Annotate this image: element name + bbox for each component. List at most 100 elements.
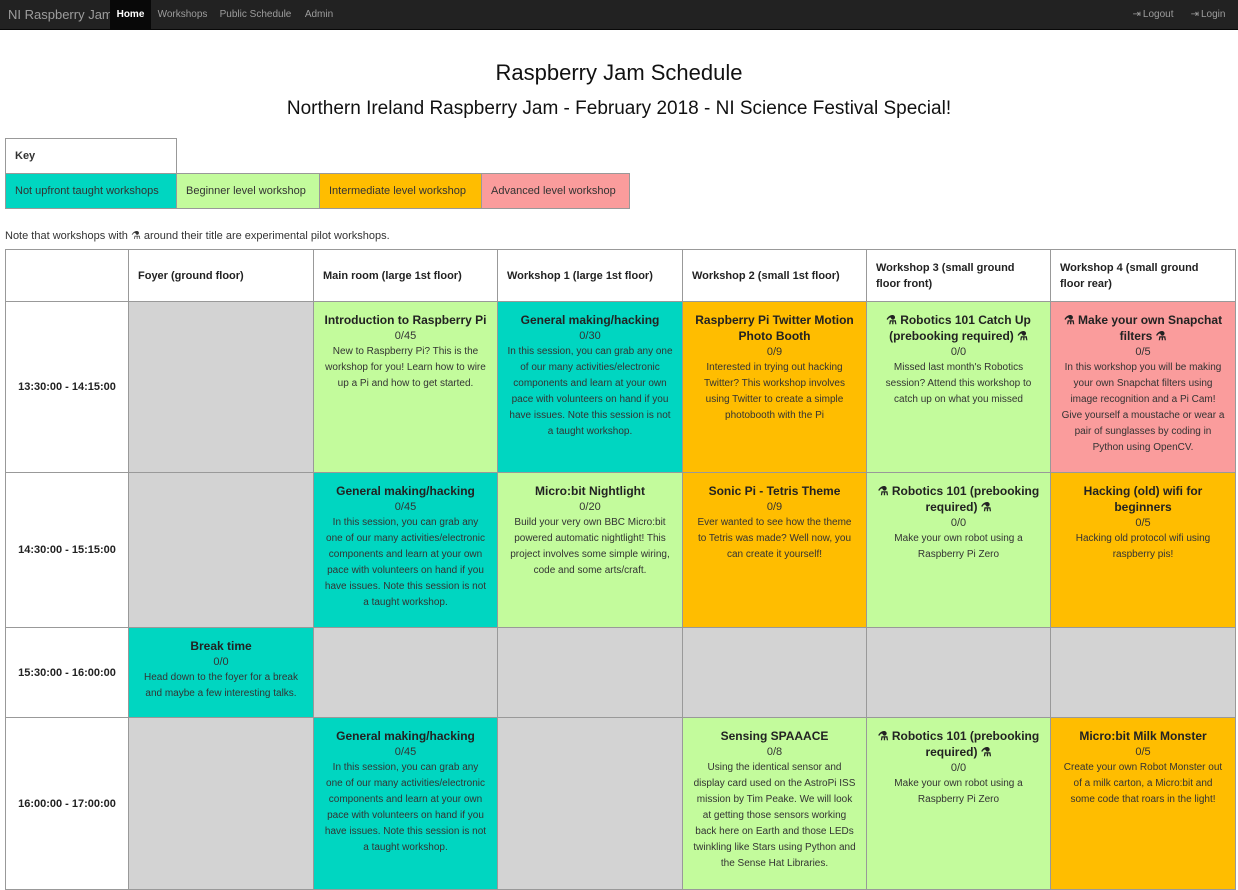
header-foyer: Foyer (ground floor) [128,249,314,302]
workshop-description: Head down to the foyer for a break and m… [144,672,298,699]
header-main-room: Main room (large 1st floor) [313,249,498,302]
workshop-capacity: 0/0 [950,517,967,529]
empty-slot-workshop-3 [866,627,1051,718]
workshop-capacity: 0/30 [579,330,601,342]
time-slot: 15:30:00 - 16:00:00 [5,627,129,718]
nav-home[interactable]: Home [110,0,151,29]
workshop-title: Sensing SPAAACE [692,728,857,744]
schedule-row: 14:30:00 - 15:15:00 General making/hackin… [5,472,1236,628]
flask-icon: ⚗ [977,745,992,759]
workshop-description: Interested in trying out hacking Twitter… [704,362,845,421]
empty-slot-workshop-1 [497,627,683,718]
schedule-row: 15:30:00 - 16:00:00 Break time 0/0 Head dow… [5,627,1236,718]
flask-icon: ⚗ [1152,329,1167,343]
nav-public-schedule[interactable]: Public Schedule [218,0,293,29]
workshop-title-text: General making/hacking [336,484,475,498]
workshop-cell[interactable]: Introduction to Raspberry Pi 0/45 New to R… [313,301,498,473]
workshop-cell[interactable]: General making/hacking 0/45 In this sessio… [313,472,498,628]
empty-slot-workshop-4 [1050,627,1236,718]
page-subtitle: Northern Ireland Raspberry Jam - Februar… [286,98,952,119]
pilot-note-after: around their title are experimental pilo… [143,230,390,242]
brand-link[interactable]: NI Raspberry Jam [8,0,113,29]
workshop-cell[interactable]: General making/hacking 0/30 In this sessio… [497,301,683,473]
workshop-description: New to Raspberry Pi? This is the worksho… [325,346,486,389]
key-title: Key [5,138,177,174]
workshop-cell[interactable]: Hacking (old) wifi for beginners 0/5 Hacki… [1050,472,1236,628]
empty-slot-main-room [313,627,498,718]
workshop-cell[interactable]: Break time 0/0 Head down to the foyer for … [128,627,314,718]
workshop-capacity: 0/9 [766,346,783,358]
nav-login[interactable]: ⇥ Login [1186,0,1230,29]
workshop-title-text: Micro:bit Milk Monster [1079,729,1207,743]
workshop-description: Make your own robot using a Raspberry Pi… [894,533,1023,560]
empty-slot-foyer [128,301,314,473]
workshop-cell[interactable]: ⚗ Robotics 101 (prebooking required) ⚗ 0/… [866,717,1051,890]
workshop-title-text: Make your own Snapchat filters [1078,313,1223,343]
pilot-note-before: Note that workshops with [5,230,128,242]
nav-admin[interactable]: Admin [300,0,338,29]
time-slot: 13:30:00 - 14:15:00 [5,301,129,473]
time-slot: 16:00:00 - 17:00:00 [5,717,129,890]
workshop-title: ⚗ Robotics 101 Catch Up (prebooking requ… [876,312,1041,344]
schedule-row: 13:30:00 - 14:15:00 Introduction to Raspb… [5,301,1236,473]
workshop-cell[interactable]: Micro:bit Milk Monster 0/5 Create your own… [1050,717,1236,890]
workshop-title: Introduction to Raspberry Pi [323,312,488,328]
workshop-description: In this session, you can grab any one of… [324,762,487,853]
login-icon: ⇥ [1190,9,1199,20]
key-item-beginner: Beginner level workshop [176,173,320,209]
page-title: Raspberry Jam Schedule [495,60,743,85]
schedule-header-row: Foyer (ground floor) Main room (large 1s… [5,249,1236,302]
workshop-cell[interactable]: Sonic Pi - Tetris Theme 0/9 Ever wanted to… [682,472,867,628]
workshop-capacity: 0/0 [950,762,967,774]
pilot-note: Note that workshops with ⚗ around their … [5,229,390,242]
header-workshop-3: Workshop 3 (small ground floor front) [866,249,1051,302]
logout-icon: ⇥ [1132,9,1141,20]
workshop-title-text: Robotics 101 Catch Up (prebooking requir… [889,313,1031,343]
workshop-capacity: 0/0 [950,346,967,358]
workshop-title-text: Sonic Pi - Tetris Theme [708,484,841,498]
workshop-cell[interactable]: Micro:bit Nightlight 0/20 Build your very … [497,472,683,628]
workshop-capacity: 0/5 [1135,517,1151,529]
workshop-title: General making/hacking [323,483,488,499]
workshop-capacity: 0/45 [394,330,417,342]
flask-icon: ⚗ [977,500,992,514]
time-slot: 14:30:00 - 15:15:00 [5,472,129,628]
workshop-description: Missed last month's Robotics session? At… [885,362,1032,405]
empty-slot-workshop-2 [682,627,867,718]
workshop-cell[interactable]: ⚗ Make your own Snapchat filters ⚗ 0/5 In … [1050,301,1236,473]
workshop-title: ⚗ Robotics 101 (prebooking required) ⚗ [876,728,1041,760]
workshop-cell[interactable]: ⚗ Robotics 101 Catch Up (prebooking requ… [866,301,1051,473]
workshop-description: Make your own robot using a Raspberry Pi… [894,778,1023,805]
workshop-cell[interactable]: Sensing SPAAACE 0/8 Using the identical se… [682,717,867,890]
nav-workshops[interactable]: Workshops [155,0,210,29]
workshop-description: Build your very own BBC Micro:bit powere… [510,517,670,576]
workshop-title-text: Break time [190,639,252,653]
workshop-description: In this workshop you will be making your… [1061,362,1225,453]
workshop-title: General making/hacking [323,728,488,744]
workshop-title-text: Introduction to Raspberry Pi [324,313,487,327]
workshop-capacity: 0/8 [766,746,783,758]
workshop-title: Micro:bit Nightlight [507,483,673,499]
workshop-cell[interactable]: Raspberry Pi Twitter Motion Photo Booth 0… [682,301,867,473]
header-workshop-2: Workshop 2 (small 1st floor) [682,249,867,302]
workshop-cell[interactable]: ⚗ Robotics 101 (prebooking required) ⚗ 0/… [866,472,1051,628]
key-item-advanced: Advanced level workshop [481,173,630,209]
workshop-capacity: 0/9 [766,501,783,513]
key-item-intermediate: Intermediate level workshop [319,173,482,209]
flask-icon: ⚗ [886,313,901,327]
header-time [5,249,129,302]
workshop-cell[interactable]: General making/hacking 0/45 In this sessio… [313,717,498,890]
login-label: Login [1200,9,1226,20]
workshop-title: ⚗ Robotics 101 (prebooking required) ⚗ [876,483,1041,515]
key-item-untaught: Not upfront taught workshops [5,173,177,209]
workshop-description: In this session, you can grab any one of… [507,346,673,437]
flask-icon: ⚗ [1063,313,1079,327]
workshop-capacity: 0/5 [1135,346,1151,358]
workshop-description: Using the identical sensor and display c… [693,762,856,869]
flask-icon: ⚗ [877,729,892,743]
workshop-capacity: 0/0 [213,656,229,668]
workshop-capacity: 0/5 [1135,746,1151,758]
workshop-title-text: General making/hacking [336,729,475,743]
nav-logout[interactable]: ⇥ Logout [1128,0,1178,29]
header-workshop-1: Workshop 1 (large 1st floor) [497,249,683,302]
